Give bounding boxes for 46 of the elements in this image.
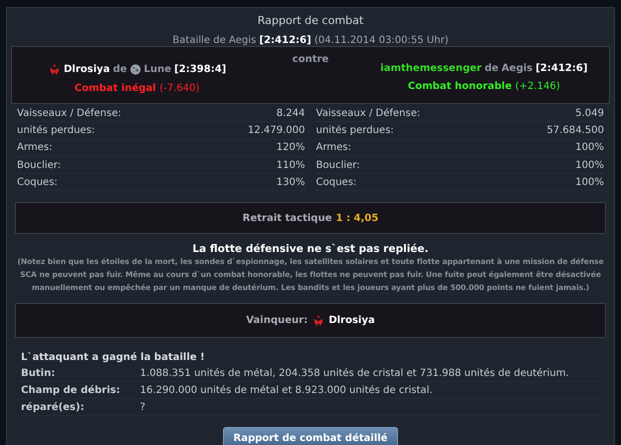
stat-label: Coques: bbox=[316, 176, 357, 188]
stat-label: Armes: bbox=[17, 142, 52, 154]
of-label: de bbox=[112, 64, 127, 75]
stat-value: 12.479.000 bbox=[248, 124, 305, 136]
result-value: 16.290.000 unités de métal et 8.923.000 unités de cristal. bbox=[140, 384, 432, 396]
retreat-ratio: 1 : 4,05 bbox=[336, 212, 378, 224]
planet-name[interactable]: Aegis bbox=[502, 63, 533, 74]
result-label: Butin: bbox=[21, 368, 56, 379]
stat-value: 120% bbox=[276, 142, 305, 154]
stat-value: 57.684.500 bbox=[546, 124, 604, 136]
stat-label: unités perdues: bbox=[17, 124, 95, 136]
honor-status: Combat inégal (-7.640) bbox=[74, 83, 200, 94]
report-title: Rapport de combat bbox=[256, 13, 364, 29]
stat-value: 110% bbox=[276, 160, 305, 171]
coordinates[interactable]: [2:412:6] bbox=[536, 63, 588, 74]
stat-label: Vaisseaux / Défense: bbox=[316, 108, 420, 119]
result-headline: L`attaquant a gagné la bataille ! bbox=[21, 352, 206, 366]
honor-status: Combat honorable (+2.146) bbox=[406, 81, 562, 92]
result-label: Champ de débris: bbox=[21, 384, 122, 396]
detailed-report-button[interactable]: Rapport de combat détaillé bbox=[223, 427, 398, 445]
stat-value: 100% bbox=[575, 176, 604, 188]
of-label: de bbox=[484, 63, 499, 74]
battle-subtitle: Bataille de Aegis [2:412:6] (04.11.2014 03:00:55 Uhr) bbox=[172, 34, 450, 46]
planet-name[interactable]: Lune bbox=[144, 64, 172, 75]
versus-label: contre bbox=[292, 53, 329, 67]
stat-label: Armes: bbox=[316, 142, 352, 154]
coordinates[interactable]: [2:398:4] bbox=[174, 64, 226, 75]
player-name[interactable]: iamthemessenger bbox=[380, 63, 482, 74]
stat-label: Bouclier: bbox=[17, 160, 61, 171]
stat-label: Coques: bbox=[17, 176, 58, 188]
retreat-label: Retrait tactique bbox=[242, 212, 332, 224]
fleet-note: La flotte défensive ne s`est pas repliée. bbox=[191, 243, 430, 256]
stat-label: Bouclier: bbox=[316, 160, 360, 171]
stat-value: 100% bbox=[575, 142, 604, 154]
result-value: 1.088.351 unités de métal, 204.358 unités de cristal et 731.988 unités de deutérium. bbox=[140, 368, 569, 379]
result-value: ? bbox=[140, 402, 146, 413]
stat-value: 130% bbox=[276, 176, 305, 188]
result-label: réparé(es): bbox=[21, 402, 86, 413]
player-name[interactable]: Dlrosiya bbox=[64, 64, 110, 75]
winner-label: Vainqueur: bbox=[246, 315, 308, 326]
winner-name[interactable]: Dlrosiya bbox=[328, 315, 375, 326]
stat-label: unités perdues: bbox=[316, 124, 394, 136]
stat-label: Vaisseaux / Défense: bbox=[17, 108, 122, 119]
stat-value: 5.049 bbox=[575, 108, 604, 119]
stat-value: 100% bbox=[575, 160, 604, 171]
stat-value: 8.244 bbox=[276, 108, 305, 119]
